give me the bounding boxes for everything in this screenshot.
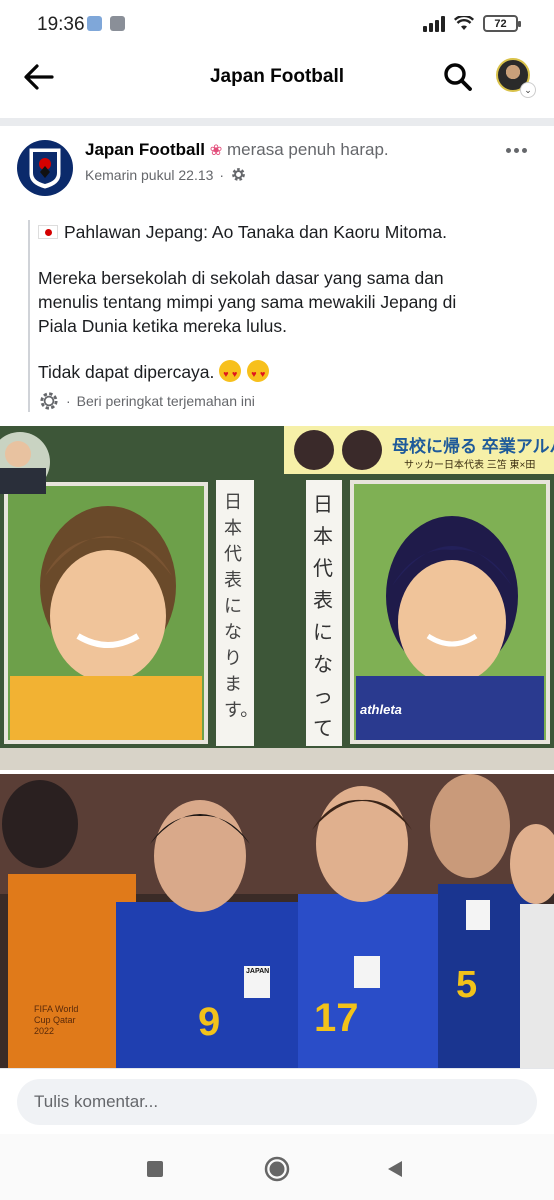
search-button[interactable] (442, 61, 474, 93)
notification-app-icon (87, 16, 102, 31)
more-dots-icon (505, 147, 511, 153)
post-text: Pahlawan Jepang: Ao Tanaka dan Kaoru Mit… (64, 222, 447, 242)
chevron-down-icon: ⌄ (520, 82, 536, 98)
post-timestamp[interactable]: Kemarin pukul 22.13 (85, 167, 213, 183)
post-line-3: menulis tentang mimpi yang sama mewakili… (38, 292, 457, 312)
heart-eyes-emoji-icon (247, 360, 270, 386)
japan-flag-icon (38, 225, 58, 239)
page-avatar[interactable] (17, 140, 73, 196)
status-bar: 19:36 72 (0, 0, 554, 50)
triangle-back-icon (388, 1161, 402, 1177)
gear-icon (232, 168, 245, 181)
recents-button[interactable] (140, 1154, 170, 1184)
profile-menu-button[interactable]: ⌄ (496, 58, 536, 98)
subbanner-jp-text: サッカー日本代表 三笘 東×田 (404, 460, 536, 471)
status-time: 19:36 (37, 14, 85, 35)
jfa-crest-icon (29, 148, 61, 189)
post-author[interactable]: Japan Football (85, 140, 205, 159)
post-meta: Kemarin pukul 22.13 · (85, 166, 247, 183)
card-right-jp-text: 日本代表になって (313, 492, 333, 740)
comment-input[interactable] (17, 1079, 537, 1125)
shirt-text: athleta (360, 702, 402, 717)
post-line-4: Piala Dunia ketika mereka lulus. (38, 316, 288, 336)
back-button[interactable] (22, 62, 56, 92)
translation-rating-label: Beri peringkat terjemahan ini (76, 393, 255, 409)
crest-text: JAPAN (246, 968, 270, 975)
battery-icon: 72 (483, 15, 521, 32)
post-author-line: Japan Football ❀ merasa penuh harap. (85, 140, 389, 160)
post-text: Tidak dapat dipercaya. (38, 362, 215, 382)
home-button[interactable] (262, 1154, 292, 1184)
mail-icon (110, 16, 125, 31)
search-icon (444, 63, 472, 91)
post-photo-yearbook[interactable]: 母校に帰る 卒業アルバム サッカー日本代表 三笘 東×田 日本代表になります。 … (0, 426, 554, 770)
translation-rating[interactable]: · Beri peringkat terjemahan ini (38, 390, 538, 412)
post-more-button[interactable] (501, 140, 531, 160)
heart-eyes-emoji-icon (219, 360, 242, 386)
banner-jp-text: 母校に帰る 卒業アルバム (392, 437, 554, 456)
app-header: Japan Football ⌄ (0, 50, 554, 106)
bib-text: FIFA World Cup Qatar 2022 (34, 1004, 79, 1036)
meta-separator: · (219, 166, 225, 183)
square-recents-icon (147, 1161, 163, 1177)
section-divider (0, 118, 554, 126)
status-right: 72 (423, 15, 521, 32)
post-line-1: Pahlawan Jepang: Ao Tanaka dan Kaoru Mit… (38, 220, 538, 244)
player-number-5: 5 (456, 964, 478, 1006)
tulip-icon: ❀ (209, 142, 223, 159)
yearbook-illustration (0, 426, 554, 770)
player-number-9: 9 (198, 1000, 221, 1044)
status-notification-icons (87, 16, 125, 31)
player-number-17: 17 (314, 996, 359, 1040)
gear-icon (40, 392, 58, 410)
post-photo-players[interactable]: 9 17 5 JAPAN FIFA World Cup Qatar 2022 (0, 774, 554, 1068)
circle-home-icon (264, 1156, 290, 1182)
android-nav-bar (0, 1134, 554, 1200)
wifi-icon (454, 15, 474, 30)
card-left-jp-text: 日本代表になります。 (224, 492, 259, 721)
post-line-5: Tidak dapat dipercaya. (38, 360, 538, 386)
arrow-left-icon (24, 64, 54, 90)
post-feeling: merasa penuh harap. (227, 140, 389, 159)
comment-bar (0, 1068, 554, 1134)
back-nav-button[interactable] (380, 1154, 410, 1184)
signal-icon (423, 15, 445, 32)
post-body: Pahlawan Jepang: Ao Tanaka dan Kaoru Mit… (28, 220, 538, 412)
post-line-2: Mereka bersekolah di sekolah dasar yang … (38, 268, 444, 288)
